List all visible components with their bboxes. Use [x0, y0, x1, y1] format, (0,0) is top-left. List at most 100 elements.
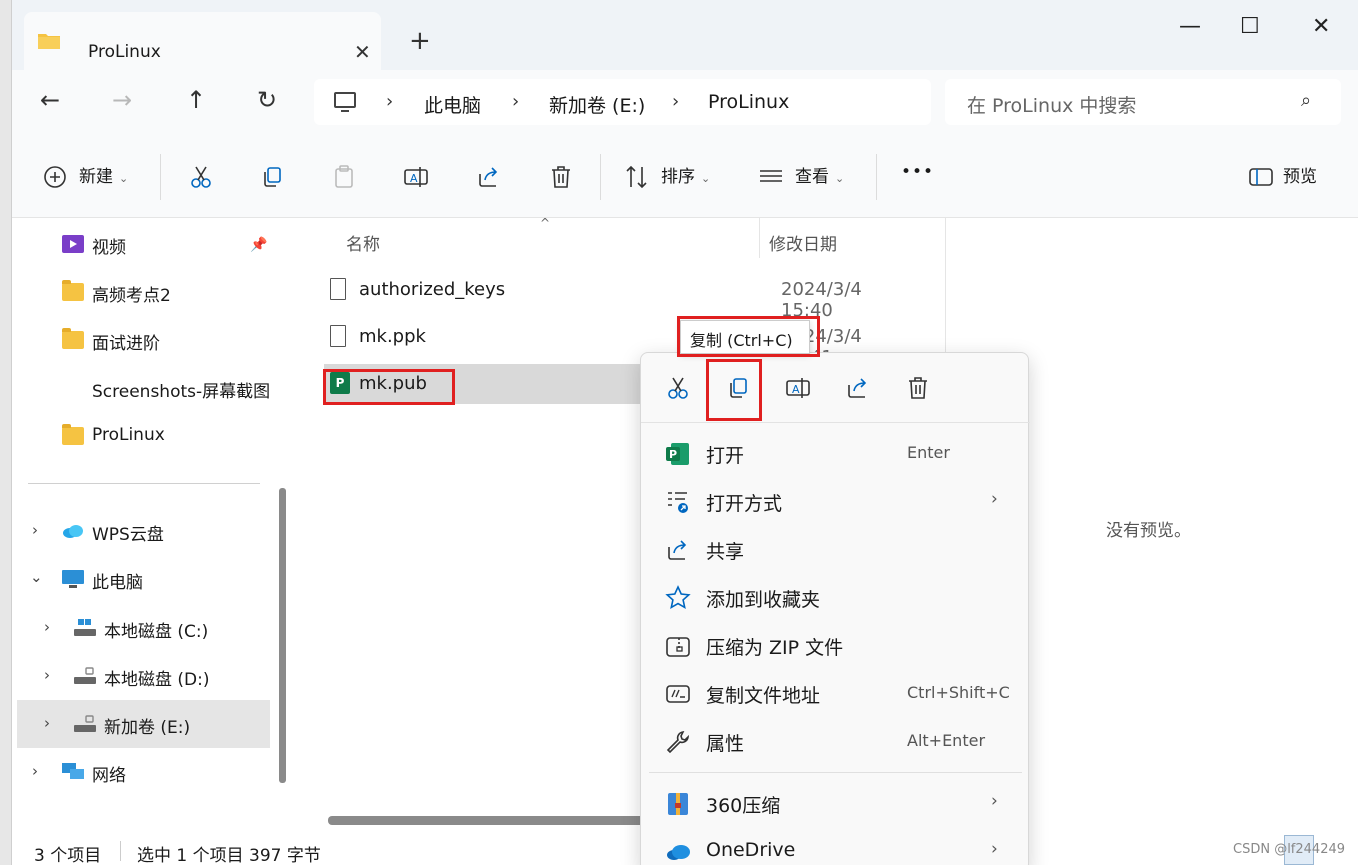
menu-item-add-favorites[interactable]: 添加到收藏夹: [641, 573, 1030, 621]
view-button[interactable]: 查看 ⌄: [795, 162, 844, 187]
sort-icon[interactable]: [624, 164, 650, 190]
up-button[interactable]: ↑: [186, 86, 206, 114]
divider: [876, 154, 877, 200]
menu-item-label: 复制文件地址: [706, 685, 821, 707]
breadcrumb-prolinux[interactable]: ProLinux: [708, 91, 789, 113]
context-menu: A P 打开 Enter 打开方式 › 共享 添加到收藏夹 压缩为 ZIP 文件…: [640, 352, 1030, 865]
sidebar-item-videos[interactable]: 视频: [62, 233, 126, 258]
sort-button[interactable]: 排序 ⌄: [661, 162, 710, 187]
pin-icon[interactable]: 📌: [250, 237, 267, 253]
menu-item-label: 压缩为 ZIP 文件: [706, 637, 844, 659]
path-icon: [666, 685, 690, 703]
divider: [160, 154, 161, 200]
column-header-date[interactable]: 修改日期: [769, 230, 837, 255]
cut-icon[interactable]: [665, 375, 691, 401]
expand-chevron-icon[interactable]: ›: [32, 521, 38, 539]
back-button[interactable]: ←: [40, 86, 60, 114]
view-icon[interactable]: [758, 164, 784, 190]
menu-item-open-with[interactable]: 打开方式 ›: [641, 477, 1030, 525]
sidebar-item-drive-e[interactable]: 新加卷 (E:): [74, 713, 191, 738]
sidebar-item-folder[interactable]: ProLinux: [62, 424, 165, 445]
tab-prolinux[interactable]: ProLinux ✕: [24, 12, 381, 70]
chevron-down-icon: ⌄: [701, 172, 711, 185]
menu-item-label: 360压缩: [706, 795, 781, 817]
title-bar: ProLinux ✕ + — ☐ ✕: [12, 0, 1358, 70]
cut-icon[interactable]: [188, 164, 214, 190]
command-bar: 新建 ⌄ A 排序 ⌄ 查看 ⌄ ••• 预览: [12, 134, 1358, 218]
address-bar[interactable]: › 此电脑 › 新加卷 (E:) › ProLinux: [314, 79, 931, 125]
preview-pane-icon[interactable]: [1248, 164, 1274, 190]
item-count: 3 个项目: [34, 846, 102, 865]
sidebar-item-label: ProLinux: [92, 425, 165, 445]
expand-chevron-icon[interactable]: ›: [32, 762, 38, 780]
menu-item-360-compress[interactable]: 360压缩 ›: [641, 779, 1030, 827]
file-row[interactable]: authorized_keys 2024/3/4 15:40: [324, 270, 862, 321]
sidebar-item-drive-d[interactable]: 本地磁盘 (D:): [74, 665, 210, 690]
sidebar-item-label: 视频: [92, 238, 126, 258]
forward-button[interactable]: →: [112, 86, 132, 114]
more-options-button[interactable]: •••: [901, 162, 934, 182]
menu-item-copy-path[interactable]: 复制文件地址 Ctrl+Shift+C: [641, 669, 1030, 717]
tab-title: ProLinux: [88, 42, 161, 62]
menu-item-onedrive[interactable]: OneDrive ›: [641, 827, 1030, 865]
column-divider[interactable]: [759, 218, 760, 258]
menu-item-label: 打开方式: [706, 493, 783, 515]
preview-button[interactable]: 预览: [1283, 162, 1317, 187]
sidebar-item-drive-c[interactable]: 本地磁盘 (C:): [74, 617, 208, 642]
svg-text:A: A: [410, 172, 418, 185]
sidebar-item-folder[interactable]: Screenshots-屏幕截图: [92, 377, 272, 402]
chevron-right-icon[interactable]: ›: [386, 91, 393, 112]
sidebar-item-label: WPS云盘: [92, 525, 164, 545]
chevron-right-icon[interactable]: ›: [512, 91, 519, 112]
menu-item-open[interactable]: P 打开 Enter: [641, 429, 1030, 477]
drive-icon: [74, 667, 96, 684]
expand-chevron-icon[interactable]: ›: [44, 666, 50, 684]
sidebar-item-folder[interactable]: 面试进阶: [62, 328, 160, 354]
share-icon[interactable]: [845, 375, 871, 401]
sidebar-scrollbar[interactable]: [279, 488, 286, 783]
new-plus-icon[interactable]: [42, 164, 68, 190]
file-name: authorized_keys: [359, 279, 506, 300]
sidebar-item-wps-cloud[interactable]: WPS云盘: [63, 520, 164, 545]
sidebar-item-label: 新加卷 (E:): [104, 718, 191, 738]
collapse-chevron-icon[interactable]: ⌄: [30, 568, 43, 586]
delete-icon[interactable]: [905, 375, 931, 401]
folder-icon: [62, 280, 84, 301]
paste-icon[interactable]: [331, 164, 357, 190]
new-button[interactable]: 新建 ⌄: [79, 162, 128, 187]
navigation-pane: 视频 📌 高频考点2 面试进阶 Screenshots-屏幕截图 ProLinu…: [12, 218, 299, 835]
watermark: CSDN @lf244249: [1233, 842, 1346, 857]
menu-item-compress-zip[interactable]: 压缩为 ZIP 文件: [641, 621, 1030, 669]
menu-item-share[interactable]: 共享: [641, 525, 1030, 573]
share-icon[interactable]: [476, 164, 502, 190]
refresh-button[interactable]: ↻: [257, 86, 277, 114]
copy-icon[interactable]: [259, 164, 285, 190]
rename-icon[interactable]: A: [403, 164, 429, 190]
close-tab-icon[interactable]: ✕: [354, 40, 371, 64]
rename-icon[interactable]: A: [785, 375, 811, 401]
maximize-button[interactable]: ☐: [1240, 14, 1260, 39]
new-tab-button[interactable]: +: [409, 26, 431, 56]
minimize-button[interactable]: —: [1179, 14, 1201, 39]
expand-chevron-icon[interactable]: ›: [44, 714, 50, 732]
sidebar-item-this-pc[interactable]: 此电脑: [62, 568, 143, 593]
search-input[interactable]: 在 ProLinux 中搜索: [967, 91, 1136, 118]
chevron-right-icon[interactable]: ›: [672, 91, 679, 112]
horizontal-scrollbar[interactable]: [328, 816, 648, 825]
sidebar-item-network[interactable]: 网络: [62, 761, 126, 786]
search-box[interactable]: 在 ProLinux 中搜索 ⌕: [945, 79, 1341, 125]
delete-icon[interactable]: [548, 164, 574, 190]
breadcrumb-this-pc[interactable]: 此电脑: [424, 91, 481, 118]
sort-arrow-icon: ^: [540, 216, 551, 230]
breadcrumb-drive-e[interactable]: 新加卷 (E:): [549, 91, 645, 118]
close-window-button[interactable]: ✕: [1312, 14, 1330, 39]
network-icon: [62, 763, 84, 779]
sidebar-item-folder[interactable]: 高频考点2: [62, 280, 171, 306]
video-icon: [62, 235, 84, 253]
zip-icon: [666, 637, 690, 657]
expand-chevron-icon[interactable]: ›: [44, 618, 50, 636]
menu-item-shortcut: Enter: [907, 443, 950, 462]
menu-item-properties[interactable]: 属性 Alt+Enter: [641, 717, 1030, 765]
column-header-name[interactable]: 名称: [346, 230, 380, 255]
menu-item-label: OneDrive: [706, 839, 796, 861]
